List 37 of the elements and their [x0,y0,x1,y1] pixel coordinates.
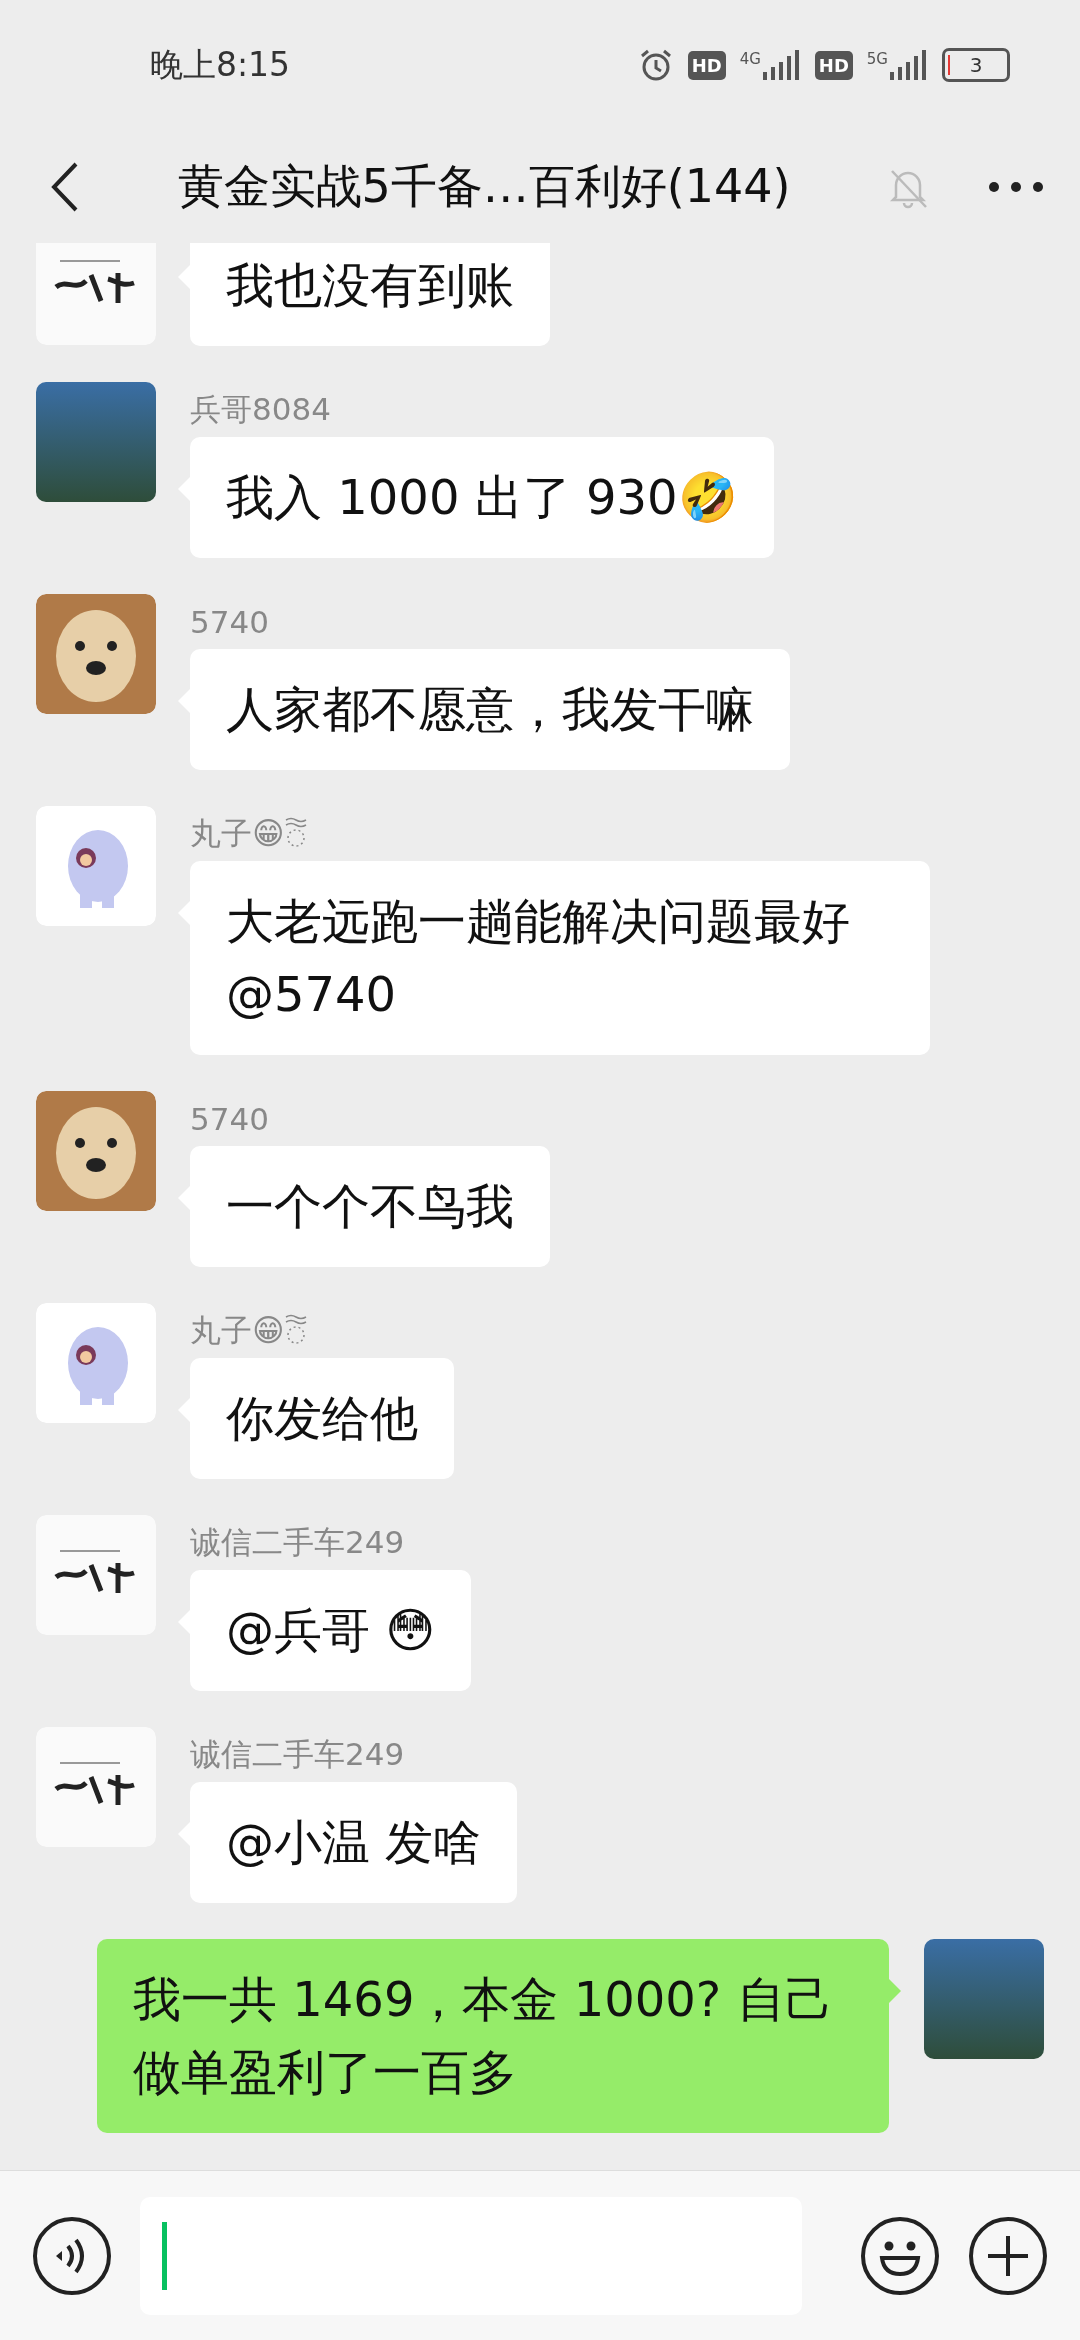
signal-bars-icon [888,50,928,80]
sender-name: 兵哥8084 [190,389,331,429]
hd-badge: HD [814,50,853,80]
message-bubble: 你发给他 [190,1358,454,1479]
message-bubble: 我入 1000 出了 930🤣 [190,437,774,558]
chat-title: 黄金实战5千备…百利好(144) [176,157,792,215]
message-bubble: 一个个不鸟我 [190,1146,550,1267]
message-bubble: 我一共 1469，本金 1000? 自己做单盈利了一百多 [97,1939,889,2133]
sender-name: 诚信二手车249 [190,1522,405,1562]
status-time: 晚上8:15 [150,43,291,86]
network-type-label: 4G [739,50,761,68]
hd-badge: HD [687,50,726,80]
message-input-field[interactable] [140,2196,802,2315]
more-icon[interactable] [988,180,1044,193]
sender-name: 诚信二手车249 [190,1734,405,1774]
signal-bars-icon [760,50,801,80]
battery-indicator: 3 [942,48,1010,82]
voice-icon[interactable] [32,2215,112,2296]
sender-name: 丸子😁 [190,1310,285,1350]
back-icon[interactable] [50,160,80,213]
message-bubble: 我也没有到账 [190,243,550,346]
calligraphy-avatar[interactable] [36,243,156,345]
calligraphy-avatar[interactable] [36,1515,156,1635]
plus-icon[interactable] [968,2215,1048,2296]
network-type-label: 5G [866,50,888,68]
message-bubble: @小温 发啥 [190,1782,518,1903]
sender-name: 5740 [190,1100,269,1137]
message-bubble: 大老远跑一趟能解决问题最好@5740 [190,861,930,1055]
sender-name: 5740 [190,603,269,640]
message-bubble: @兵哥 😳 [190,1570,472,1691]
emoji-icon[interactable] [860,2215,940,2296]
sender-name: 丸子😁 [190,813,285,853]
calligraphy-avatar[interactable] [36,1727,156,1847]
bubble-pointer [889,1979,901,2003]
dog-avatar[interactable] [36,594,156,714]
message-bubble: 人家都不愿意，我发干嘛 [190,649,790,770]
dog-avatar[interactable] [36,1091,156,1211]
